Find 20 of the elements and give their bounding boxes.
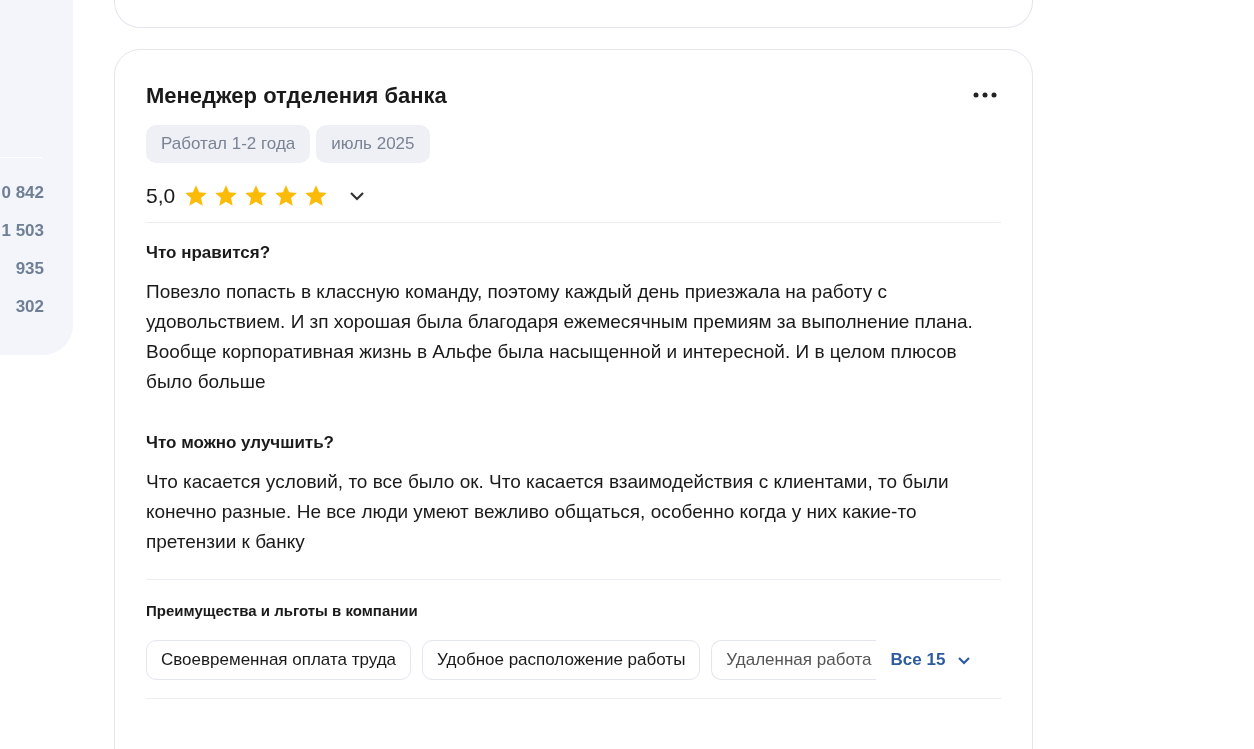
count-label: 302 [15, 296, 44, 317]
tag: Работал 1-2 года [146, 125, 311, 163]
section-heading: Что нравится? [146, 243, 272, 263]
count-label: 1 503 [1, 220, 44, 241]
more-icon[interactable] [973, 91, 997, 98]
count-label: 935 [15, 258, 44, 279]
review-title: Менеджер отделения банка [146, 83, 447, 109]
section-heading: Что можно улучшить? [146, 433, 335, 453]
count-label: 0 842 [1, 182, 44, 203]
tag: июль 2025 [316, 125, 430, 163]
show-all-button[interactable]: Все 15 [886, 650, 976, 670]
chevron-down-icon [957, 655, 972, 665]
benefit-chip: Удобное расположение работы [422, 640, 701, 680]
benefits-heading: Преимущества и льготы в компании [146, 602, 419, 619]
benefit-chip: Удаленная работа [711, 640, 876, 680]
review-text: Повезло попасть в классную команду, поэтому каждый день приезжала на работу с удовольствием. И зп хорошая была благодаря ежемесячным премиям за выполнение плана. Вообще корпоративная жизнь в Альфе была насыщенной и интересной. И в целом плюсов было больше [146, 280, 974, 394]
review-text: Что касается условий, то все было ок. Что касается взаимодействия с клиентами, то были конечно разные. Не все люди умеют вежливо общаться, особенно когда у них какие-то претензии к банку [146, 470, 950, 554]
rating-score: 5,0 [146, 184, 176, 208]
benefit-chip: Своевременная оплата труда [146, 640, 412, 680]
chevron-down-icon[interactable] [349, 191, 366, 201]
